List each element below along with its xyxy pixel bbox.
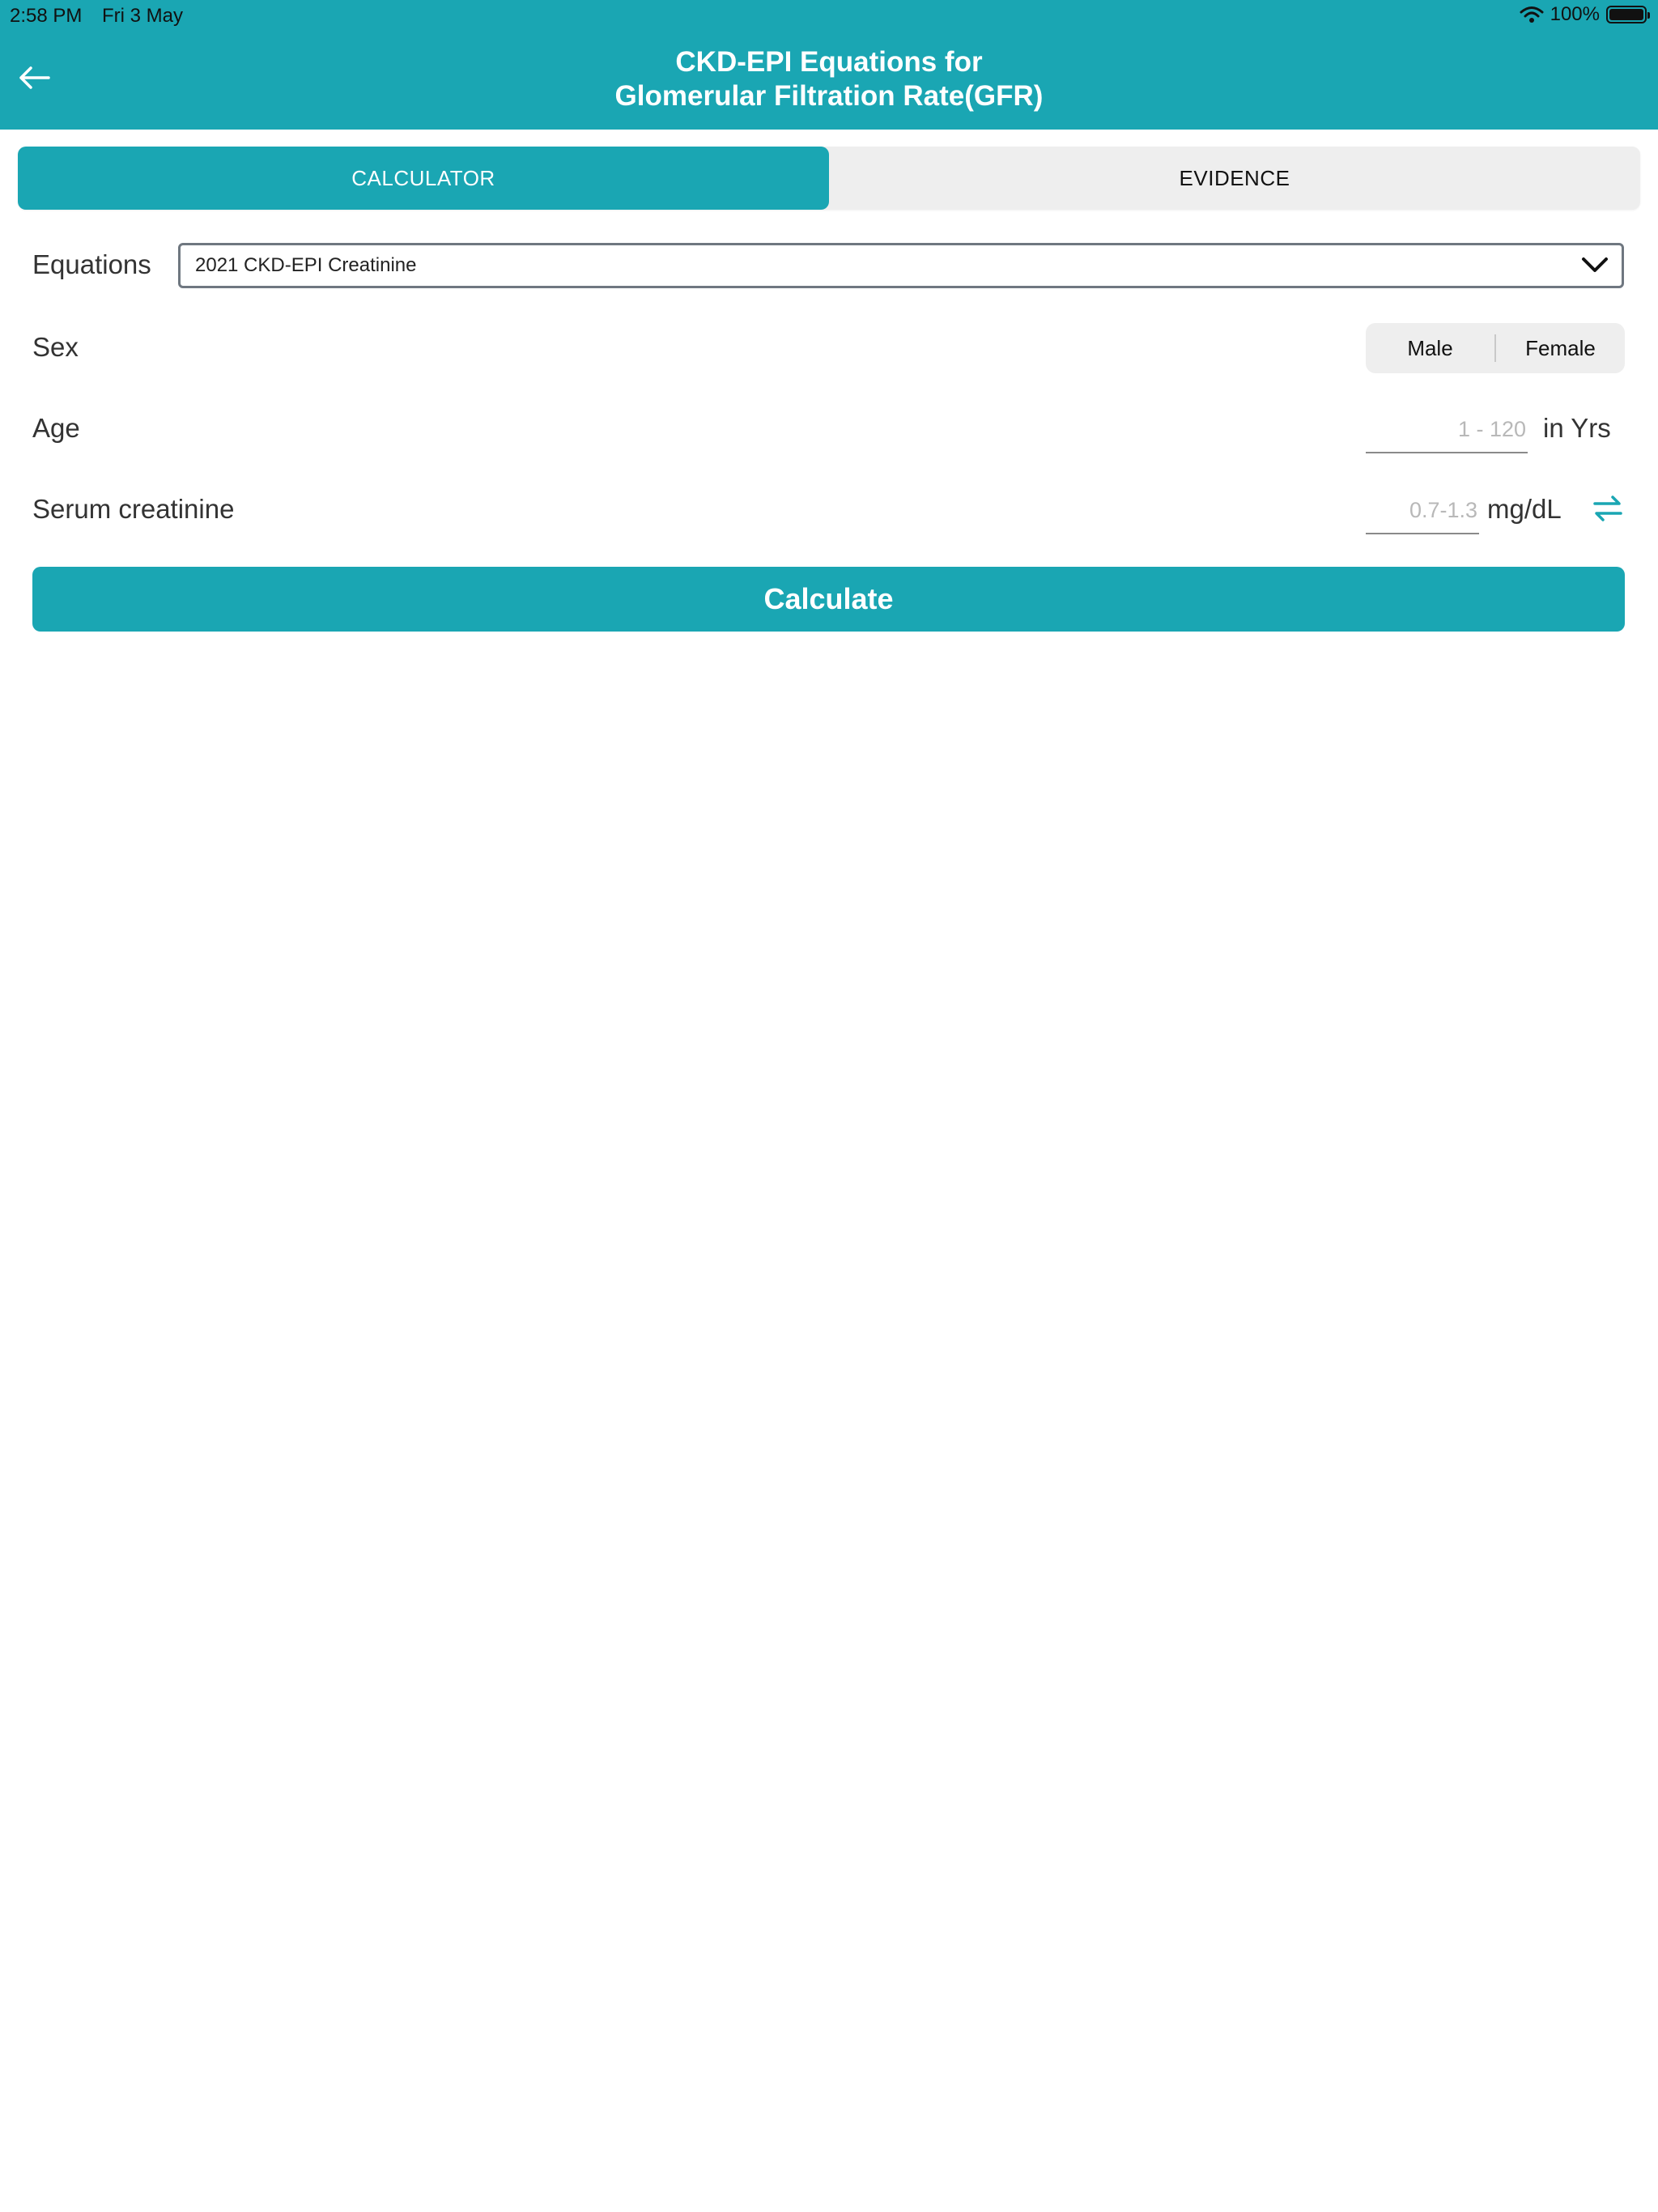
tab-calculator[interactable]: CALCULATOR [18, 147, 829, 210]
status-right: 100% [1520, 3, 1650, 26]
tab-evidence[interactable]: EVIDENCE [829, 147, 1640, 210]
back-button[interactable] [11, 55, 57, 100]
battery-percent: 100% [1550, 3, 1600, 25]
page-title: CKD-EPI Equations for Glomerular Filtrat… [243, 45, 1415, 113]
app-screen: 2:58 PM Fri 3 May 100% CKD-EPI Equations… [0, 0, 1658, 2212]
battery-nub [1647, 12, 1650, 19]
creatinine-label: Serum creatinine [32, 494, 235, 524]
arrow-left-icon [19, 66, 50, 89]
swap-units-button[interactable] [1592, 492, 1627, 528]
header: 2:58 PM Fri 3 May 100% CKD-EPI Equations… [0, 0, 1658, 130]
status-time: 2:58 PM [10, 5, 83, 27]
sex-segmented-control: Male Female [1366, 323, 1625, 373]
battery-icon [1606, 6, 1650, 23]
status-date: Fri 3 May [102, 5, 184, 27]
age-input[interactable] [1366, 413, 1528, 453]
sex-option-female[interactable]: Female [1496, 336, 1625, 361]
nav-bar: CKD-EPI Equations for Glomerular Filtrat… [0, 32, 1658, 130]
status-bar: 2:58 PM Fri 3 May 100% [0, 0, 1658, 32]
chevron-down-icon [1581, 256, 1609, 279]
age-unit: in Yrs [1543, 413, 1611, 443]
creatinine-unit: mg/dL [1487, 494, 1562, 524]
sex-label: Sex [32, 332, 79, 362]
swap-units-icon [1593, 496, 1622, 521]
tab-bar: CALCULATOR EVIDENCE [18, 147, 1640, 210]
equations-select[interactable]: 2021 CKD-EPI Creatinine [178, 243, 1624, 288]
page-title-line2: Glomerular Filtration Rate(GFR) [614, 80, 1044, 112]
page-title-line1: CKD-EPI Equations for [675, 46, 983, 78]
equations-label: Equations [32, 249, 151, 279]
battery-fill [1609, 9, 1643, 20]
creatinine-input[interactable] [1366, 494, 1479, 534]
calculate-button[interactable]: Calculate [32, 567, 1625, 632]
age-label: Age [32, 413, 80, 443]
wifi-icon [1520, 6, 1544, 23]
sex-option-male[interactable]: Male [1366, 336, 1494, 361]
equations-selected-value: 2021 CKD-EPI Creatinine [195, 254, 417, 276]
